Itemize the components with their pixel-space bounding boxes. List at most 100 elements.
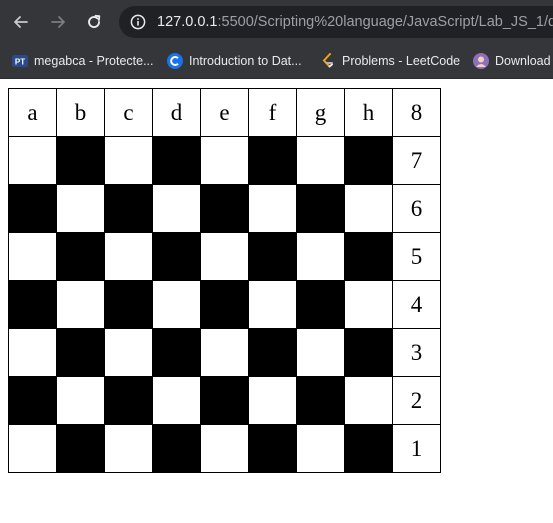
url-host: 127.0.0.1 <box>157 14 218 30</box>
file-label: h <box>344 88 393 137</box>
file-label: b <box>56 88 105 137</box>
black-square <box>152 328 201 377</box>
black-square <box>344 232 393 281</box>
black-square <box>248 232 297 281</box>
white-square <box>104 424 153 473</box>
rank-label: 7 <box>392 136 441 185</box>
rank-label: 6 <box>392 184 441 233</box>
file-label: e <box>200 88 249 137</box>
black-square <box>56 424 105 473</box>
rank-label: 3 <box>392 328 441 377</box>
black-square <box>152 424 201 473</box>
file-label-row: abcdefgh8 <box>8 88 441 137</box>
board-row: 2 <box>8 376 441 425</box>
white-square <box>200 328 249 377</box>
black-square <box>248 328 297 377</box>
chessboard-table: abcdefgh87654321 <box>8 88 441 473</box>
c-logo-icon <box>167 53 183 69</box>
black-square <box>200 280 249 329</box>
bookmark-label: Problems - LeetCode <box>342 54 461 68</box>
white-square <box>8 328 57 377</box>
white-square <box>344 376 393 425</box>
black-square <box>296 184 345 233</box>
rank-label: 8 <box>392 88 441 137</box>
bookmark-leetcode[interactable]: Problems - LeetCode <box>320 51 460 71</box>
rank-label: 2 <box>392 376 441 425</box>
forward-arrow-icon <box>51 16 65 28</box>
svg-text:PT: PT <box>15 58 25 67</box>
white-square <box>152 376 201 425</box>
black-square <box>8 184 57 233</box>
url-text[interactable]: 127.0.0.1:5500/Scripting%20language/Java… <box>157 13 553 31</box>
white-square <box>104 328 153 377</box>
white-square <box>8 232 57 281</box>
black-square <box>104 280 153 329</box>
reload-icon <box>88 14 101 28</box>
board-row: 7 <box>8 136 441 185</box>
white-square <box>344 280 393 329</box>
file-label: c <box>104 88 153 137</box>
file-label: a <box>8 88 57 137</box>
board-row: 4 <box>8 280 441 329</box>
black-square <box>248 136 297 185</box>
white-square <box>296 328 345 377</box>
browser-toolbar: 127.0.0.1:5500/Scripting%20language/Java… <box>0 0 553 44</box>
black-square <box>152 136 201 185</box>
black-square <box>152 232 201 281</box>
bookmark-download[interactable]: Download <box>473 51 551 71</box>
url-path: :5500/Scripting%20language/JavaScript/La… <box>217 14 553 30</box>
white-square <box>56 280 105 329</box>
white-square <box>296 232 345 281</box>
bookmark-introduction[interactable]: Introduction to Dat... <box>167 51 302 71</box>
black-square <box>200 184 249 233</box>
board-row: 5 <box>8 232 441 281</box>
forward-button[interactable] <box>44 8 72 36</box>
site-info-icon[interactable] <box>130 14 146 30</box>
white-square <box>200 232 249 281</box>
black-square <box>104 184 153 233</box>
white-square <box>56 376 105 425</box>
black-square <box>8 280 57 329</box>
white-square <box>8 424 57 473</box>
black-square <box>344 136 393 185</box>
white-square <box>248 376 297 425</box>
black-square <box>344 328 393 377</box>
file-label: f <box>248 88 297 137</box>
bookmark-label: Introduction to Dat... <box>189 54 302 68</box>
page-content: abcdefgh87654321 <box>0 79 553 523</box>
address-bar[interactable]: 127.0.0.1:5500/Scripting%20language/Java… <box>119 6 553 38</box>
black-square <box>8 376 57 425</box>
black-square <box>296 376 345 425</box>
black-square <box>296 280 345 329</box>
white-square <box>200 424 249 473</box>
bookmarks-bar: PT megabca - Protecte... Introduction to… <box>0 44 553 79</box>
back-arrow-icon <box>14 16 28 28</box>
bookmark-label: Download <box>495 54 551 68</box>
white-square <box>296 136 345 185</box>
bookmark-label: megabca - Protecte... <box>34 54 154 68</box>
file-label: d <box>152 88 201 137</box>
board-row: 3 <box>8 328 441 377</box>
black-square <box>104 376 153 425</box>
black-square <box>56 232 105 281</box>
white-square <box>104 232 153 281</box>
rank-label: 5 <box>392 232 441 281</box>
black-square <box>56 136 105 185</box>
reload-button[interactable] <box>80 8 108 36</box>
rank-label: 1 <box>392 424 441 473</box>
white-square <box>104 136 153 185</box>
white-square <box>8 136 57 185</box>
black-square <box>344 424 393 473</box>
white-square <box>344 184 393 233</box>
black-square <box>200 376 249 425</box>
board-row: 6 <box>8 184 441 233</box>
white-square <box>200 136 249 185</box>
white-square <box>296 424 345 473</box>
bookmark-megabca[interactable]: PT megabca - Protecte... <box>12 51 154 71</box>
file-label: g <box>296 88 345 137</box>
rank-label: 4 <box>392 280 441 329</box>
white-square <box>248 184 297 233</box>
board-row: 1 <box>8 424 441 473</box>
leetcode-icon <box>322 53 333 68</box>
back-button[interactable] <box>7 8 35 36</box>
